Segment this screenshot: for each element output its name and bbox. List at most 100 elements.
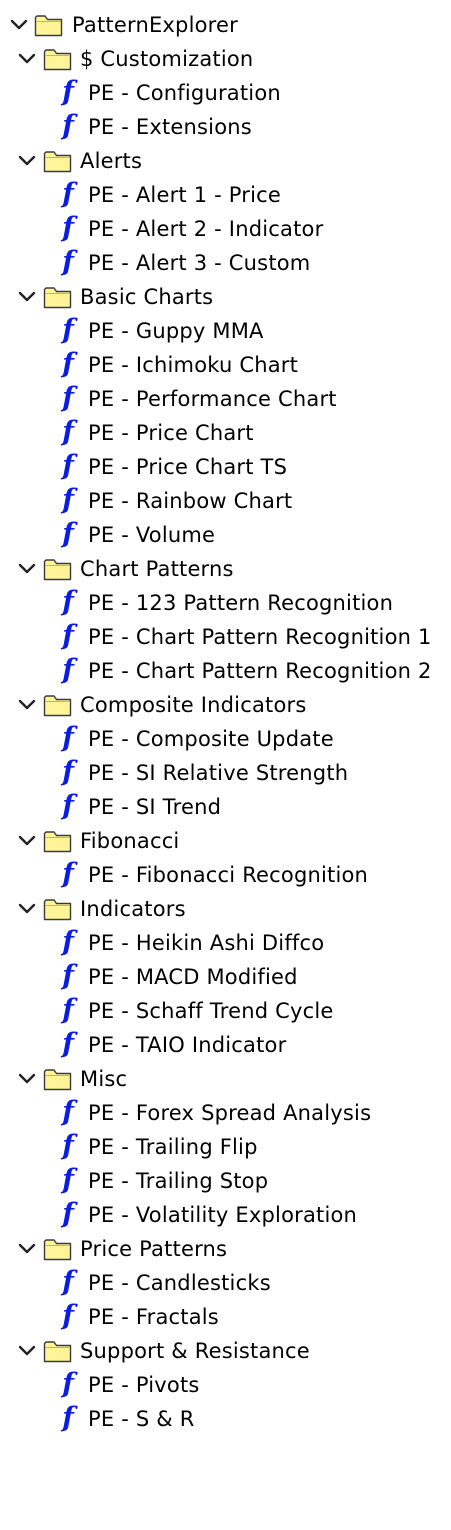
chevron-down-icon[interactable]: [17, 289, 37, 305]
function-icon: f: [62, 1300, 74, 1331]
tree-folder-node[interactable]: Fibonacci: [0, 824, 451, 858]
function-icon: f: [62, 756, 74, 787]
tree-folder-label: Composite Indicators: [80, 693, 307, 717]
tree-folder-label: Basic Charts: [80, 285, 214, 309]
tree-formula-item[interactable]: f PE - Forex Spread Analysis: [0, 1096, 451, 1130]
folder-icon: [43, 1067, 72, 1091]
tree-folder-node[interactable]: Basic Charts: [0, 280, 451, 314]
tree-folder-node[interactable]: Support & Resistance: [0, 1334, 451, 1368]
function-icon: f: [62, 926, 74, 957]
function-icon: f: [62, 654, 74, 685]
function-icon: f: [62, 994, 74, 1025]
folder-icon: [43, 897, 72, 921]
tree-formula-label: PE - Schaff Trend Cycle: [88, 999, 334, 1023]
tree-formula-item[interactable]: f PE - Price Chart: [0, 416, 451, 450]
tree-formula-label: PE - Trailing Flip: [88, 1135, 258, 1159]
tree-folder-label: Support & Resistance: [80, 1339, 310, 1363]
chevron-down-icon[interactable]: [17, 561, 37, 577]
tree-formula-label: PE - Fibonacci Recognition: [88, 863, 369, 887]
folder-icon: [43, 557, 72, 581]
chevron-down-icon[interactable]: [17, 1343, 37, 1359]
tree-formula-item[interactable]: f PE - Trailing Stop: [0, 1164, 451, 1198]
function-icon: f: [62, 348, 74, 379]
tree-formula-label: PE - Forex Spread Analysis: [88, 1101, 372, 1125]
tree-formula-item[interactable]: f PE - Chart Pattern Recognition 2: [0, 654, 451, 688]
tree-formula-label: PE - Alert 2 - Indicator: [88, 217, 324, 241]
tree-folder-node[interactable]: $ Customization: [0, 42, 451, 76]
function-icon: f: [62, 76, 74, 107]
function-icon: f: [62, 790, 74, 821]
tree-formula-label: PE - Performance Chart: [88, 387, 337, 411]
tree-formula-item[interactable]: f PE - Pivots: [0, 1368, 451, 1402]
tree-formula-item[interactable]: f PE - Extensions: [0, 110, 451, 144]
function-icon: f: [62, 1096, 74, 1127]
function-icon: f: [62, 212, 74, 243]
chevron-down-icon[interactable]: [17, 153, 37, 169]
tree-folder-label: Indicators: [80, 897, 186, 921]
folder-icon: [43, 693, 72, 717]
tree-formula-item[interactable]: f PE - SI Trend: [0, 790, 451, 824]
tree-formula-item[interactable]: f PE - Ichimoku Chart: [0, 348, 451, 382]
tree-formula-item[interactable]: f PE - MACD Modified: [0, 960, 451, 994]
folder-icon: [34, 13, 63, 37]
folder-icon: [43, 1237, 72, 1261]
function-icon: f: [62, 110, 74, 141]
function-icon: f: [62, 586, 74, 617]
tree-folder-node[interactable]: Composite Indicators: [0, 688, 451, 722]
tree-folder-label: Chart Patterns: [80, 557, 234, 581]
tree-formula-label: PE - Rainbow Chart: [88, 489, 293, 513]
tree-formula-item[interactable]: f PE - Performance Chart: [0, 382, 451, 416]
tree-formula-item[interactable]: f PE - Alert 3 - Custom: [0, 246, 451, 280]
tree-folder-node[interactable]: Indicators: [0, 892, 451, 926]
tree-folder-node[interactable]: Chart Patterns: [0, 552, 451, 586]
chevron-down-icon[interactable]: [17, 1241, 37, 1257]
tree-formula-label: PE - Chart Pattern Recognition 2: [88, 659, 432, 683]
tree-formula-item[interactable]: f PE - SI Relative Strength: [0, 756, 451, 790]
chevron-down-icon[interactable]: [17, 697, 37, 713]
tree-formula-item[interactable]: f PE - Heikin Ashi Diffco: [0, 926, 451, 960]
tree-formula-item[interactable]: f PE - Alert 1 - Price: [0, 178, 451, 212]
tree-formula-label: PE - Ichimoku Chart: [88, 353, 299, 377]
chevron-down-icon[interactable]: [17, 901, 37, 917]
tree-folder-node[interactable]: Alerts: [0, 144, 451, 178]
tree-formula-item[interactable]: f PE - Guppy MMA: [0, 314, 451, 348]
chevron-down-icon[interactable]: [17, 833, 37, 849]
tree-formula-item[interactable]: f PE - Candlesticks: [0, 1266, 451, 1300]
tree-formula-item[interactable]: f PE - Fractals: [0, 1300, 451, 1334]
chevron-down-icon[interactable]: [9, 17, 29, 33]
tree-formula-label: PE - Price Chart TS: [88, 455, 288, 479]
function-icon: f: [62, 246, 74, 277]
tree-formula-item[interactable]: f PE - S & R: [0, 1402, 451, 1436]
tree-formula-item[interactable]: f PE - Trailing Flip: [0, 1130, 451, 1164]
function-icon: f: [62, 382, 74, 413]
function-icon: f: [62, 484, 74, 515]
tree-formula-item[interactable]: f PE - Alert 2 - Indicator: [0, 212, 451, 246]
tree-formula-item[interactable]: f PE - Rainbow Chart: [0, 484, 451, 518]
tree-formula-label: PE - Pivots: [88, 1373, 200, 1397]
tree-folder-label: Fibonacci: [80, 829, 180, 853]
tree-formula-item[interactable]: f PE - 123 Pattern Recognition: [0, 586, 451, 620]
tree-formula-label: PE - Alert 1 - Price: [88, 183, 282, 207]
tree-folder-node[interactable]: Misc: [0, 1062, 451, 1096]
chevron-down-icon[interactable]: [17, 51, 37, 67]
function-icon: f: [62, 1402, 74, 1433]
tree-formula-label: PE - 123 Pattern Recognition: [88, 591, 394, 615]
tree-folder-node[interactable]: Price Patterns: [0, 1232, 451, 1266]
tree-root-node[interactable]: PatternExplorer: [0, 8, 451, 42]
function-icon: f: [62, 1368, 74, 1399]
tree-formula-item[interactable]: f PE - Price Chart TS: [0, 450, 451, 484]
tree-formula-item[interactable]: f PE - TAIO Indicator: [0, 1028, 451, 1062]
tree-formula-item[interactable]: f PE - Schaff Trend Cycle: [0, 994, 451, 1028]
tree-formula-item[interactable]: f PE - Configuration: [0, 76, 451, 110]
chevron-down-icon[interactable]: [17, 1071, 37, 1087]
tree-formula-item[interactable]: f PE - Fibonacci Recognition: [0, 858, 451, 892]
tree-formula-item[interactable]: f PE - Chart Pattern Recognition 1: [0, 620, 451, 654]
function-icon: f: [62, 1266, 74, 1297]
tree-formula-item[interactable]: f PE - Volume: [0, 518, 451, 552]
tree-formula-item[interactable]: f PE - Composite Update: [0, 722, 451, 756]
function-icon: f: [62, 416, 74, 447]
function-icon: f: [62, 1028, 74, 1059]
tree-formula-item[interactable]: f PE - Volatility Exploration: [0, 1198, 451, 1232]
tree-folder-label: $ Customization: [80, 47, 254, 71]
tree-folder-label: Misc: [80, 1067, 128, 1091]
